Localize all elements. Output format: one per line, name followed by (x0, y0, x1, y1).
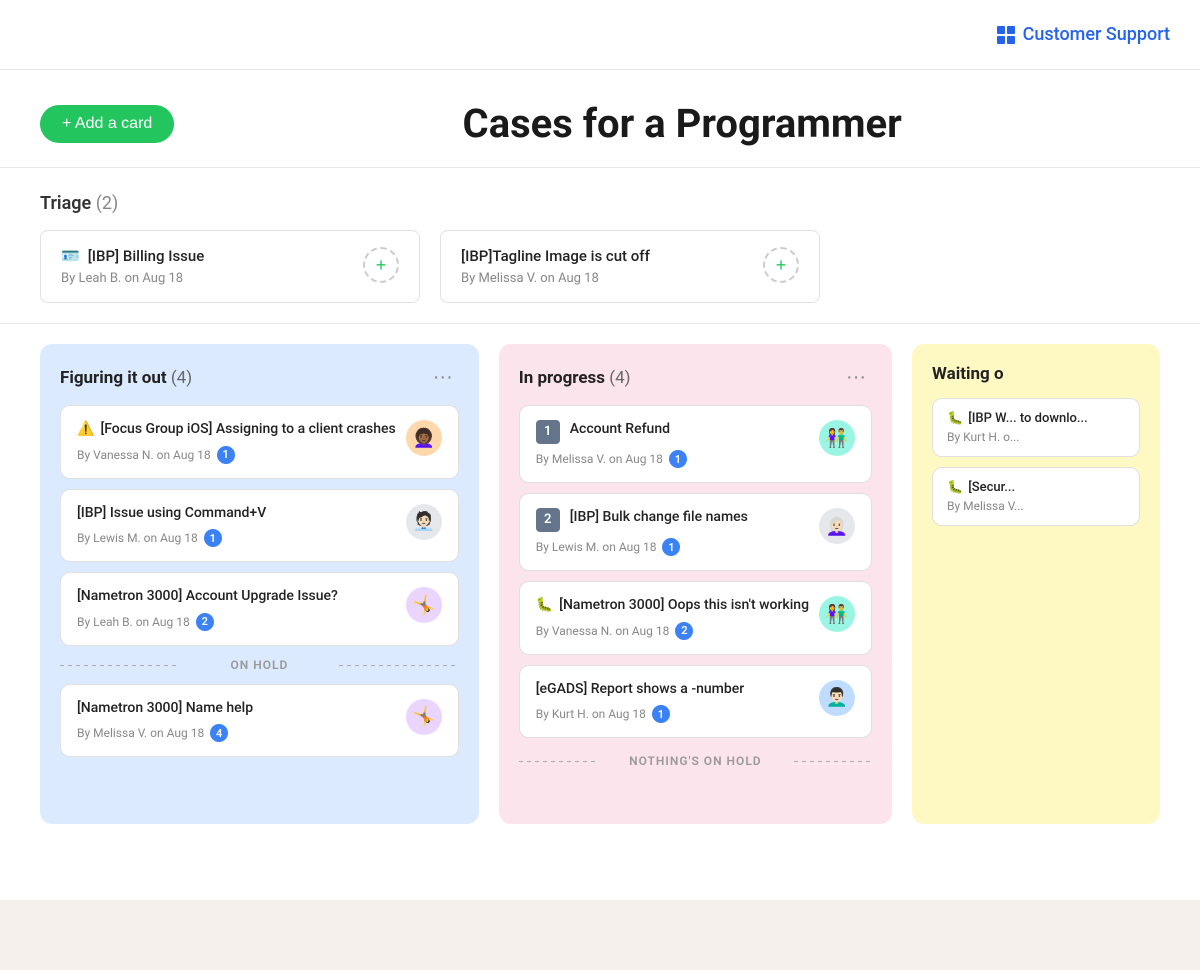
triage-section-title: Triage (2) (40, 193, 1160, 214)
bug-icon: 🐛 (536, 596, 553, 616)
column-header: Waiting o (932, 364, 1140, 384)
task-card[interactable]: 🐛 [IBP W... to downlo... By Kurt H. o... (932, 398, 1140, 457)
task-card-meta: By Leah B. on Aug 18 2 (77, 613, 396, 631)
task-card-title: [IBP] Issue using Command+V (77, 504, 396, 524)
triage-card-content: [IBP]Tagline Image is cut off By Melissa… (461, 247, 650, 286)
triage-card-meta: By Melissa V. on Aug 18 (461, 271, 650, 286)
avatar: 🧑🏻‍💼 (406, 504, 442, 540)
task-card-body: 1 Account Refund By Melissa V. on Aug 18… (536, 420, 809, 468)
column-header: Figuring it out (4) ··· (60, 364, 459, 391)
billing-icon: 🪪 (61, 247, 80, 265)
task-card-body: ⚠️ [Focus Group iOS] Assigning to a clie… (77, 420, 396, 464)
customer-support-link[interactable]: Customer Support (997, 24, 1170, 45)
task-card-meta: By Melissa V. on Aug 18 4 (77, 724, 396, 742)
avatar: 🤸 (406, 587, 442, 623)
avatar: 👨🏻‍🦱 (819, 680, 855, 716)
comment-badge: 4 (210, 724, 228, 742)
add-card-label: + Add a card (62, 115, 152, 133)
avatar: 👫 (819, 596, 855, 632)
customer-support-label: Customer Support (1023, 24, 1170, 45)
column-title: Waiting o (932, 364, 1004, 384)
triage-card[interactable]: 🪪 [IBP] Billing Issue By Leah B. on Aug … (40, 230, 420, 303)
triage-card-title: [IBP]Tagline Image is cut off (461, 247, 650, 265)
task-card-body: 2 [IBP] Bulk change file names By Lewis … (536, 508, 809, 556)
comment-badge: 1 (662, 538, 680, 556)
comment-badge: 1 (669, 450, 687, 468)
column-waiting-on: Waiting o 🐛 [IBP W... to downlo... By Ku… (912, 344, 1160, 824)
task-card[interactable]: [IBP] Issue using Command+V By Lewis M. … (60, 489, 459, 563)
columns-area: Figuring it out (4) ··· ⚠️ [Focus Group … (0, 324, 1200, 844)
task-card[interactable]: [eGADS] Report shows a -number By Kurt H… (519, 665, 872, 739)
task-card-title: 🐛 [IBP W... to downlo... (947, 411, 1125, 426)
triage-label: Triage (40, 193, 91, 214)
priority-number: 1 (536, 420, 560, 444)
task-card-title: ⚠️ [Focus Group iOS] Assigning to a clie… (77, 420, 396, 440)
task-card[interactable]: 🐛 [Secur... By Melissa V... (932, 467, 1140, 526)
column-header: In progress (4) ··· (519, 364, 872, 391)
task-card-meta: By Lewis M. on Aug 18 1 (77, 529, 396, 547)
task-card-meta: By Vanessa N. on Aug 18 1 (77, 446, 396, 464)
task-card-meta: By Kurt H. on Aug 18 1 (536, 705, 809, 723)
triage-cards-list: 🪪 [IBP] Billing Issue By Leah B. on Aug … (40, 230, 1160, 303)
task-card-meta: By Lewis M. on Aug 18 1 (536, 538, 809, 556)
add-card-button[interactable]: + Add a card (40, 105, 174, 143)
avatar: 🤸 (406, 699, 442, 735)
page-title: Cases for a Programmer (204, 100, 1160, 147)
task-card-body: 🐛 [Nametron 3000] Oops this isn't workin… (536, 596, 809, 640)
task-card-meta: By Vanessa N. on Aug 18 2 (536, 622, 809, 640)
comment-badge: 2 (675, 622, 693, 640)
assign-button[interactable]: + (363, 247, 399, 283)
task-card-meta: By Melissa V... (947, 499, 1125, 513)
triage-count: (2) (96, 193, 119, 214)
task-card[interactable]: 🐛 [Nametron 3000] Oops this isn't workin… (519, 581, 872, 655)
task-card-meta: By Kurt H. o... (947, 430, 1125, 444)
task-card-body: [eGADS] Report shows a -number By Kurt H… (536, 680, 809, 724)
priority-number: 2 (536, 508, 560, 532)
task-card-title: 🐛 [Secur... (947, 480, 1125, 495)
avatar: 👫 (819, 420, 855, 456)
warning-icon: ⚠️ (77, 420, 94, 440)
column-figuring-it-out: Figuring it out (4) ··· ⚠️ [Focus Group … (40, 344, 479, 824)
task-card-title: 1 Account Refund (536, 420, 809, 444)
task-card-title: 🐛 [Nametron 3000] Oops this isn't workin… (536, 596, 809, 616)
comment-badge: 1 (217, 446, 235, 464)
bug-icon: 🐛 (947, 480, 963, 495)
task-card[interactable]: [Nametron 3000] Account Upgrade Issue? B… (60, 572, 459, 646)
column-more-button[interactable]: ··· (427, 364, 459, 391)
grid-icon (997, 26, 1015, 44)
comment-badge: 1 (204, 529, 222, 547)
triage-card[interactable]: [IBP]Tagline Image is cut off By Melissa… (440, 230, 820, 303)
task-card[interactable]: 2 [IBP] Bulk change file names By Lewis … (519, 493, 872, 571)
task-card-on-hold[interactable]: [Nametron 3000] Name help By Melissa V. … (60, 684, 459, 758)
column-title: Figuring it out (4) (60, 368, 192, 388)
avatar: 👩🏻‍🦳 (819, 508, 855, 544)
column-in-progress: In progress (4) ··· 1 Account Refund By … (499, 344, 892, 824)
column-title: In progress (4) (519, 368, 631, 388)
comment-badge: 1 (652, 705, 670, 723)
task-card[interactable]: ⚠️ [Focus Group iOS] Assigning to a clie… (60, 405, 459, 479)
task-card[interactable]: 1 Account Refund By Melissa V. on Aug 18… (519, 405, 872, 483)
triage-card-meta: By Leah B. on Aug 18 (61, 271, 204, 286)
page-header: + Add a card Cases for a Programmer (0, 70, 1200, 168)
task-card-title: [Nametron 3000] Account Upgrade Issue? (77, 587, 396, 607)
task-card-body: [IBP] Issue using Command+V By Lewis M. … (77, 504, 396, 548)
bug-icon: 🐛 (947, 411, 963, 426)
triage-section: Triage (2) 🪪 [IBP] Billing Issue By Leah… (0, 168, 1200, 324)
task-card-meta: By Melissa V. on Aug 18 1 (536, 450, 809, 468)
task-card-title: 2 [IBP] Bulk change file names (536, 508, 809, 532)
comment-badge: 2 (196, 613, 214, 631)
task-card-title: [Nametron 3000] Name help (77, 699, 396, 719)
triage-card-content: 🪪 [IBP] Billing Issue By Leah B. on Aug … (61, 247, 204, 286)
task-card-body: [Nametron 3000] Account Upgrade Issue? B… (77, 587, 396, 631)
top-navigation: Customer Support (0, 0, 1200, 70)
triage-card-title: 🪪 [IBP] Billing Issue (61, 247, 204, 265)
nothing-on-hold: NOTHING'S ON HOLD (519, 754, 872, 768)
main-content: + Add a card Cases for a Programmer Tria… (0, 70, 1200, 900)
task-card-body: [Nametron 3000] Name help By Melissa V. … (77, 699, 396, 743)
avatar: 👩🏾‍🦱 (406, 420, 442, 456)
column-more-button[interactable]: ··· (840, 364, 872, 391)
assign-button[interactable]: + (763, 247, 799, 283)
on-hold-divider: ON HOLD (60, 658, 459, 672)
task-card-title: [eGADS] Report shows a -number (536, 680, 809, 700)
